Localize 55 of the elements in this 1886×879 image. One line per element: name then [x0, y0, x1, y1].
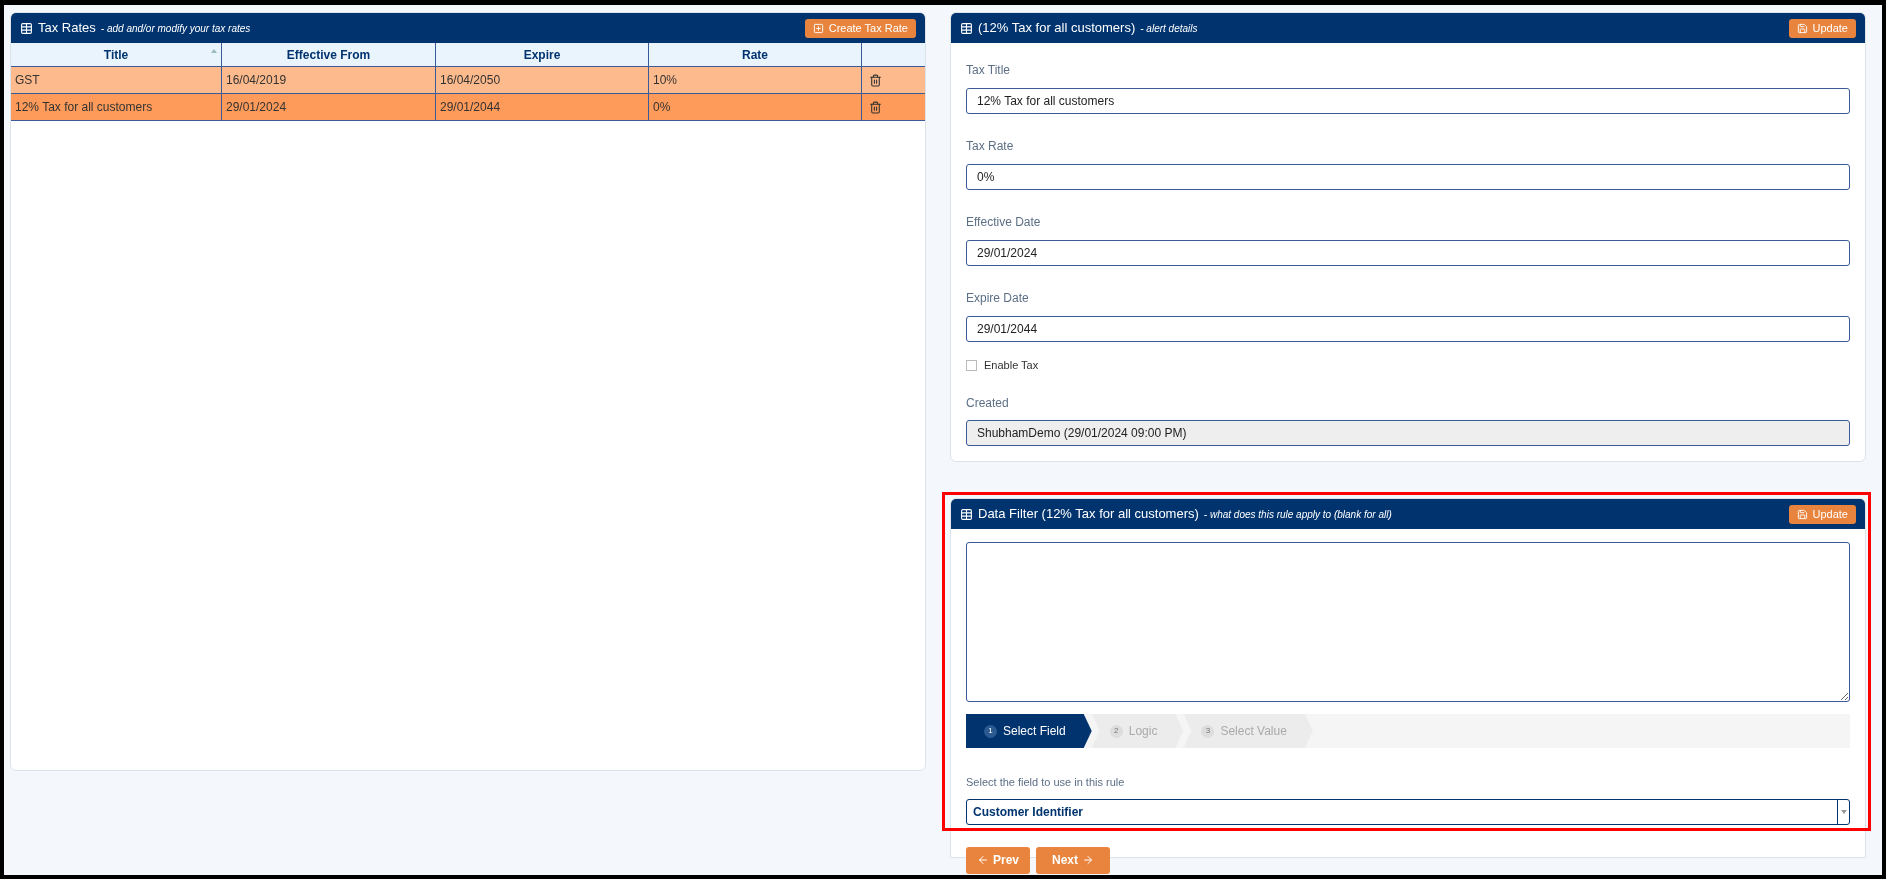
field-label: Effective Date [966, 214, 1042, 231]
panel-title: Data Filter (12% Tax for all customers) [978, 505, 1199, 524]
text-field[interactable]: 29/01/2044 [966, 316, 1850, 342]
step-number: 1 [984, 724, 997, 738]
table-cell-text: 16/04/2019 [226, 72, 287, 89]
step-label: Select Field [1003, 723, 1066, 740]
table-cell-text: 16/04/2050 [440, 72, 501, 89]
wizard-step[interactable]: 2 Logic [1091, 714, 1184, 748]
checkbox[interactable] [966, 359, 977, 371]
plus-icon [812, 22, 824, 34]
save-icon [1796, 508, 1808, 520]
table-icon [960, 21, 973, 35]
wizard-step[interactable]: 3 Select Value [1183, 714, 1313, 748]
field-label: Expire Date [966, 290, 1030, 307]
arrow-right-icon [1082, 854, 1095, 866]
save-icon [1796, 22, 1808, 34]
field-label: Created [966, 394, 1010, 412]
panel-subtitle: - add and/or modify your tax rates [100, 21, 251, 36]
text-field[interactable]: 12% Tax for all customers [966, 88, 1850, 114]
step-number: 2 [1109, 724, 1123, 738]
table-cell-text: 29/01/2024 [226, 99, 287, 116]
field-select[interactable]: Customer Identifier [966, 798, 1850, 825]
step-label: Select Value [1220, 723, 1287, 740]
column-header[interactable]: Expire [523, 45, 561, 64]
panel-title: (12% Tax for all customers) [978, 19, 1136, 38]
trash-icon[interactable] [869, 100, 882, 114]
wizard-step[interactable]: 1 Select Field [966, 714, 1092, 748]
column-header[interactable]: Title [103, 45, 129, 64]
arrow-left-icon [977, 854, 989, 866]
panel-subtitle: - what does this rule apply to (blank for all) [1203, 507, 1392, 522]
table-row[interactable]: 12% Tax for all customers 29/01/2024 29/01/2044 0% [11, 94, 925, 121]
table-cell-text: 10% [653, 72, 678, 89]
column-header[interactable]: Rate [742, 45, 768, 64]
panel-title: Tax Rates [38, 19, 96, 38]
readonly-field: ShubhamDemo (29/01/2024 09:00 PM) [966, 419, 1850, 446]
table-cell-text: 0% [653, 99, 671, 116]
table-cell-text: GST [15, 72, 40, 89]
field-label: Tax Rate [966, 138, 1015, 155]
field-label: Tax Title [966, 62, 1011, 79]
text-field[interactable]: 0% [966, 164, 1850, 190]
table-icon [960, 507, 973, 521]
panel-subtitle: - alert details [1140, 21, 1198, 36]
trash-icon[interactable] [869, 73, 882, 87]
select-label: Select the field to use in this rule [966, 775, 1126, 790]
column-header[interactable]: Effective From [286, 45, 371, 64]
checkbox-label: Enable Tax [984, 358, 1039, 373]
step-label: Logic [1128, 723, 1158, 740]
dropdown-caret-icon [1840, 809, 1847, 814]
step-number: 3 [1201, 724, 1215, 738]
sort-icon [211, 49, 217, 53]
table-cell-text: 29/01/2044 [440, 99, 501, 116]
text-field[interactable]: 29/01/2024 [966, 240, 1850, 266]
table-cell-text: 12% Tax for all customers [15, 99, 153, 116]
table-row[interactable]: GST 16/04/2019 16/04/2050 10% [11, 67, 925, 94]
table-icon [20, 21, 33, 35]
